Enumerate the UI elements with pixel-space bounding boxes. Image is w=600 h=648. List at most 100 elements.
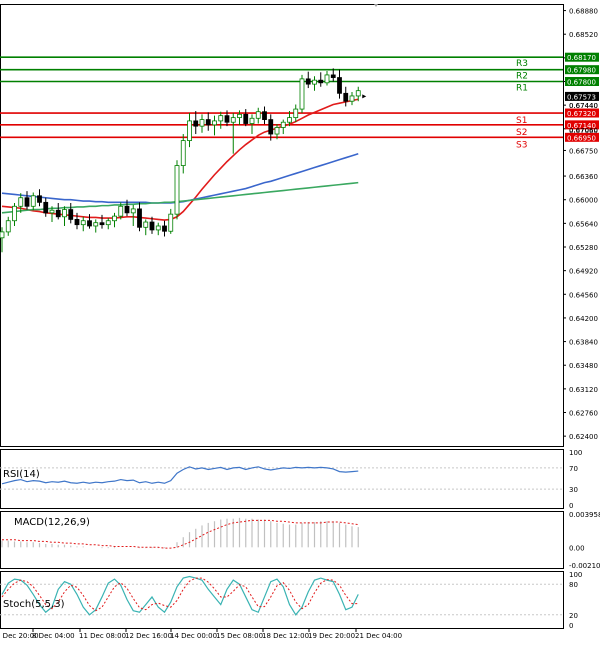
candle (262, 106, 267, 125)
scroll-marker-icon[interactable] (374, 4, 378, 7)
candle-body (249, 117, 255, 124)
candle-body (268, 119, 274, 135)
candle-body (262, 111, 267, 120)
candle-body (43, 201, 49, 214)
candle (137, 202, 142, 232)
candle (99, 214, 105, 229)
candle (255, 107, 261, 124)
stoch-pane-frame (0, 571, 564, 629)
candle (130, 204, 136, 226)
stoch-y-tick-label: 0 (569, 622, 573, 630)
candle (80, 216, 86, 232)
price-y-tick-label: 0.63480 (569, 362, 598, 370)
candle-body (37, 195, 42, 203)
candle (43, 197, 49, 217)
candle-body (168, 213, 174, 232)
price-y-tick-label: 0.64560 (569, 291, 598, 299)
candle (324, 70, 330, 86)
candle-body (0, 231, 5, 239)
candle-body (112, 215, 117, 222)
price-extra-label: 0.67060 (569, 127, 598, 135)
candle-body (74, 219, 80, 226)
candle (12, 202, 17, 226)
x-axis-tick-label: 19 Dec 20:00 (308, 632, 355, 640)
x-axis-tick-label: 11 Dec 08:00 (79, 632, 126, 640)
price-y-tick-label: 0.66000 (569, 197, 598, 205)
candle-body (299, 78, 305, 110)
candle-body (68, 209, 74, 220)
candle-body (49, 209, 55, 214)
rsi-line (1, 466, 359, 485)
rsi-y-tick-label: 30 (569, 486, 578, 494)
candle (93, 219, 99, 233)
level-price-tag-label: 0.66950 (567, 134, 596, 142)
candle-body (199, 119, 205, 127)
level-label-r2: R2 (516, 72, 528, 82)
candle (318, 72, 324, 87)
candle-body (318, 79, 324, 84)
candle (299, 74, 305, 114)
candle-body (355, 90, 361, 97)
candle-body (87, 220, 92, 227)
price-y-tick-label: 0.62760 (569, 410, 598, 418)
candle (187, 113, 192, 148)
candle-body (287, 117, 292, 123)
candle-body (5, 220, 11, 233)
candle (180, 134, 186, 174)
candle-body (312, 79, 317, 85)
candle-body (305, 78, 311, 85)
candle-body (218, 115, 224, 122)
candle (305, 71, 311, 89)
price-y-tick-label: 0.65640 (569, 220, 598, 228)
candle (112, 212, 117, 228)
x-axis-tick-label: 12 Dec 16:00 (125, 632, 172, 640)
candle-body (349, 95, 355, 102)
candle-body (193, 120, 199, 127)
price-y-tick-label: 0.64920 (569, 268, 598, 276)
candle (62, 206, 67, 226)
candle-body (337, 77, 342, 94)
price-y-tick-label: 0.63840 (569, 339, 598, 347)
macd-y-tick-label: 0.003958 (569, 511, 600, 519)
candle (30, 192, 36, 211)
candle (337, 69, 342, 99)
candle-body (343, 92, 349, 102)
candle-body (137, 208, 142, 228)
candle-body (187, 120, 192, 142)
candle (193, 111, 199, 135)
candle (68, 202, 74, 224)
level-label-s2: S2 (516, 128, 527, 138)
candle (55, 202, 61, 220)
candle-body (149, 221, 155, 231)
candle-body (118, 205, 124, 217)
candle-body (174, 165, 180, 215)
x-axis-tick-label: 18 Dec 12:00 (262, 632, 309, 640)
candle (162, 220, 167, 237)
rsi-title: RSI(14) (3, 469, 40, 480)
price-y-tick-label: 0.64200 (569, 315, 598, 323)
candle-body (230, 117, 236, 123)
candle (205, 112, 211, 131)
candle (349, 92, 355, 106)
candle-body (62, 209, 67, 218)
candle (143, 219, 149, 236)
candle-body (55, 209, 61, 218)
candle-body (80, 220, 86, 226)
candle-body (205, 119, 211, 126)
chart-canvas[interactable]: 0.688800.685200.681600.678000.674400.670… (0, 0, 600, 644)
candle (18, 193, 24, 213)
macd-title: MACD(12,26,9) (14, 517, 90, 528)
level-price-tag-label: 0.68170 (567, 54, 596, 62)
candle-body (224, 115, 230, 123)
stoch-y-tick-label: 20 (569, 612, 578, 620)
candle-body (293, 108, 299, 119)
candle (243, 109, 249, 127)
candle (343, 86, 349, 107)
level-label-r3: R3 (516, 59, 528, 69)
chart-window: 0.688800.685200.681600.678000.674400.670… (0, 0, 600, 644)
candle (230, 113, 236, 154)
candle-body (99, 222, 105, 226)
level-label-r1: R1 (516, 83, 528, 93)
moving-average-ma-mid (1, 152, 359, 204)
price-y-tick-label: 0.65280 (569, 244, 598, 252)
